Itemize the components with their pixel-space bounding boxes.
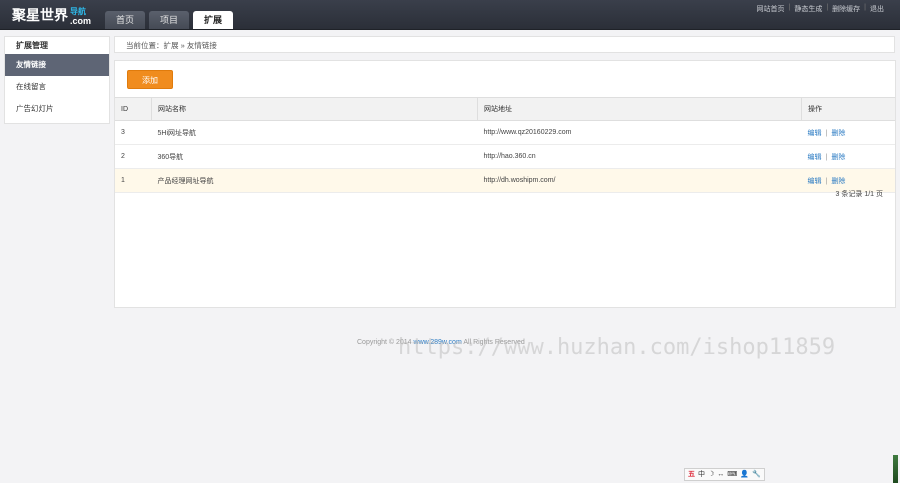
table-row: 3 5Hi网址导航 http://www.qz20160229.com 编辑 | 删… <box>115 120 895 145</box>
action-separator: | <box>825 129 828 137</box>
table-header-row: ID 网站名称 网站地址 操作 <box>115 97 895 121</box>
main-tabs: 首页 项目 扩展 <box>105 11 233 29</box>
col-header-id[interactable]: ID <box>115 97 152 121</box>
cell-name: 5Hi网址导航 <box>151 120 478 145</box>
cell-id: 2 <box>115 144 152 169</box>
action-separator: | <box>825 153 828 161</box>
col-header-url[interactable]: 网站地址 <box>477 97 802 121</box>
ime-toolbar: 五 中 ☽ ↔ ⌨ 👤 🔧 <box>684 468 765 481</box>
cell-url: http://hao.360.cn <box>477 144 802 169</box>
logo-domain-text: .com <box>70 16 92 26</box>
scrollbar-handle[interactable] <box>893 455 898 483</box>
top-bar: 聚星世界 导航 .com 首页 项目 扩展 网站首页 | 静态生成 | 删除缓存… <box>0 0 900 30</box>
watermark-text: https://www.huzhan.com/ishop11859 <box>398 335 836 360</box>
ime-wrench-icon[interactable]: 🔧 <box>752 469 761 480</box>
ime-user-icon[interactable]: 👤 <box>740 469 749 480</box>
sidebar: 扩展管理 友情链接 在线留言 广告幻灯片 <box>4 36 110 124</box>
table-row: 2 360导航 http://hao.360.cn 编辑 | 删除 <box>115 144 895 169</box>
sidebar-item-friend-links[interactable]: 友情链接 <box>5 54 109 76</box>
sidebar-item-messages[interactable]: 在线留言 <box>5 76 109 98</box>
link-logout[interactable]: 退出 <box>870 4 884 14</box>
ime-keyboard-icon[interactable]: ⌨ <box>727 469 737 480</box>
content-panel: 添加 ID 网站名称 网站地址 操作 3 5Hi网址导航 http://www.… <box>114 60 896 308</box>
breadcrumb: 当前位置：扩展 » 友情链接 <box>114 36 895 53</box>
delete-link[interactable]: 删除 <box>831 178 845 185</box>
link-separator: | <box>864 4 866 11</box>
ime-chinese-icon[interactable]: 中 <box>698 469 705 480</box>
cell-id: 3 <box>115 120 152 145</box>
cell-actions: 编辑 | 删除 <box>801 120 895 145</box>
link-site-home[interactable]: 网站首页 <box>757 4 785 14</box>
ime-moon-icon[interactable]: ☽ <box>708 469 714 480</box>
logo-main-text: 聚星世界 <box>12 7 68 23</box>
links-table: ID 网站名称 网站地址 操作 3 5Hi网址导航 http://www.qz2… <box>115 97 895 193</box>
edit-link[interactable]: 编辑 <box>808 178 822 185</box>
link-separator: | <box>788 4 791 11</box>
col-header-name[interactable]: 网站名称 <box>151 97 478 121</box>
ime-wubi-icon[interactable]: 五 <box>688 469 695 480</box>
delete-link[interactable]: 删除 <box>831 154 845 161</box>
cell-name: 产品经理网址导航 <box>151 168 478 193</box>
cell-name: 360导航 <box>151 144 478 169</box>
logo[interactable]: 聚星世界 导航 .com <box>12 6 91 26</box>
col-header-actions: 操作 <box>801 97 895 121</box>
sidebar-item-ad-slides[interactable]: 广告幻灯片 <box>5 98 109 120</box>
link-separator: | <box>826 4 829 11</box>
link-static-generate[interactable]: 静态生成 <box>794 4 822 14</box>
tab-projects[interactable]: 项目 <box>149 11 189 29</box>
pagination-info: 3 条记录 1/1 页 <box>835 191 883 198</box>
add-button[interactable]: 添加 <box>127 70 173 89</box>
tab-extensions[interactable]: 扩展 <box>193 11 233 29</box>
top-links: 网站首页 | 静态生成 | 删除缓存 | 退出 <box>757 4 884 14</box>
cell-url: http://www.qz20160229.com <box>477 120 802 145</box>
tab-home[interactable]: 首页 <box>105 11 145 29</box>
cell-url: http://dh.woshipm.com/ <box>477 168 802 193</box>
ime-arrows-icon[interactable]: ↔ <box>717 469 724 480</box>
table-row: 1 产品经理网址导航 http://dh.woshipm.com/ 编辑 | 删除 <box>115 168 895 193</box>
link-clear-cache[interactable]: 删除缓存 <box>832 4 860 14</box>
cell-id: 1 <box>115 168 152 193</box>
delete-link[interactable]: 删除 <box>831 130 845 137</box>
edit-link[interactable]: 编辑 <box>808 154 822 161</box>
action-separator: | <box>825 177 828 185</box>
cell-actions: 编辑 | 删除 <box>801 144 895 169</box>
edit-link[interactable]: 编辑 <box>808 130 822 137</box>
sidebar-title: 扩展管理 <box>16 41 48 50</box>
